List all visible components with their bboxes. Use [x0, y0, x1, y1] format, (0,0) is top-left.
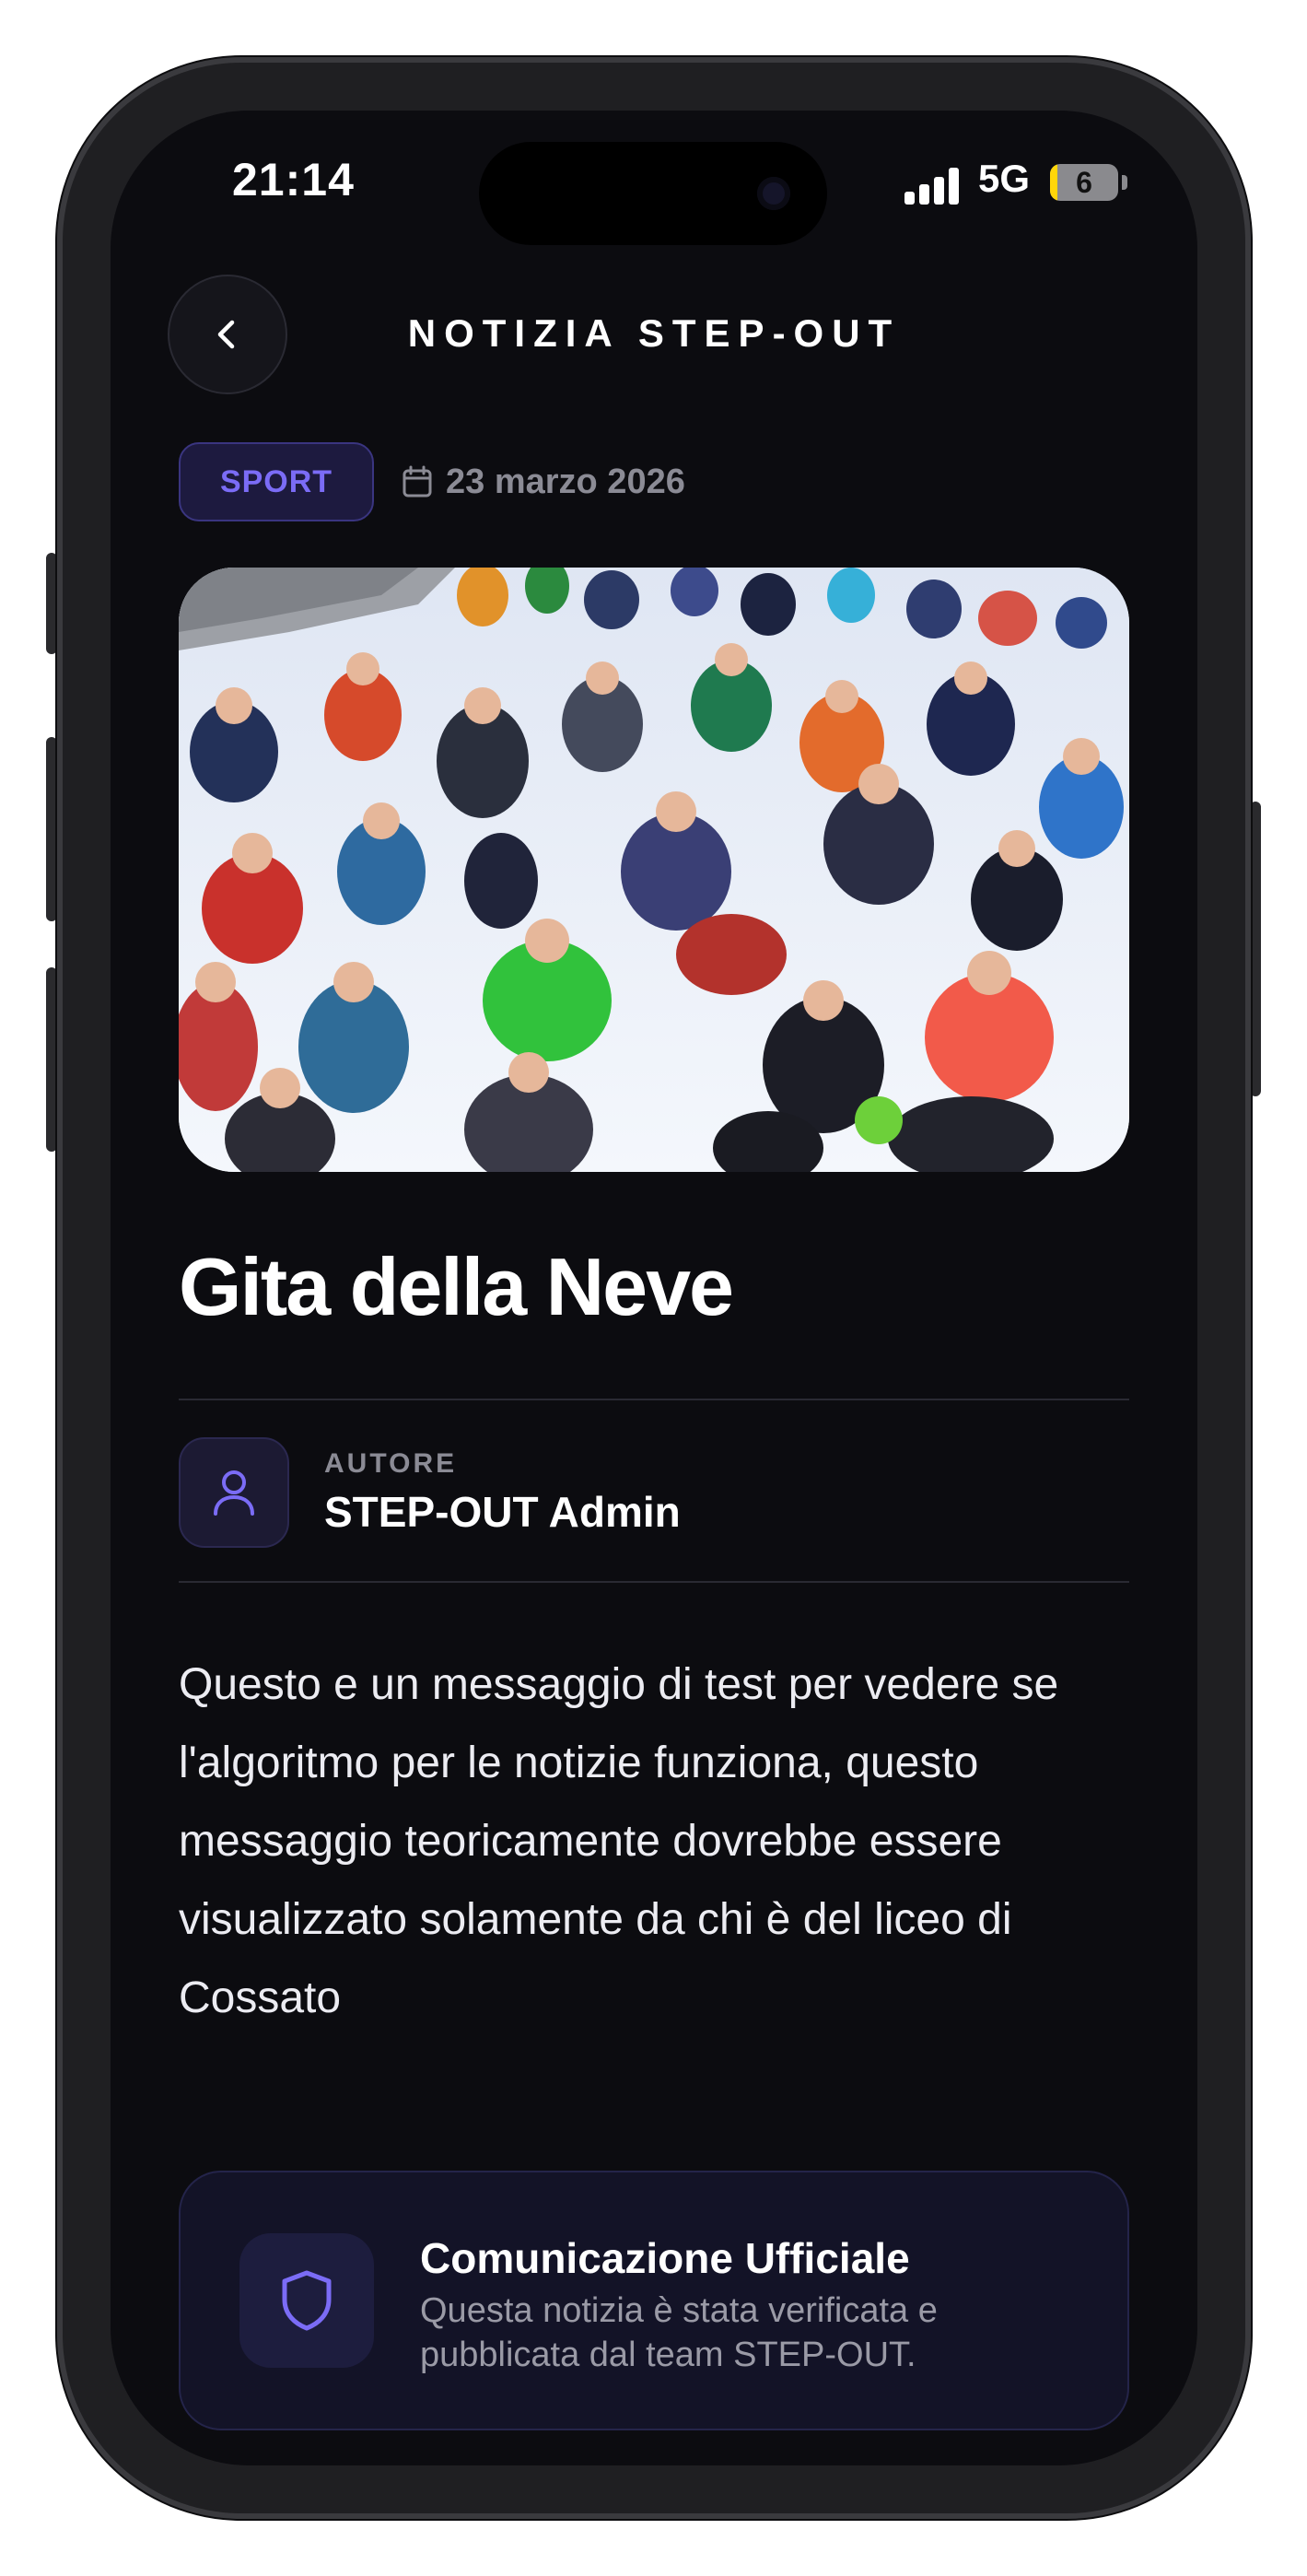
official-communication-card: Comunicazione Ufficiale Questa notizia è…	[179, 2171, 1129, 2430]
article-date: 23 marzo 2026	[402, 459, 685, 505]
battery-cap	[1122, 175, 1127, 190]
calendar-icon	[403, 465, 432, 498]
snow-group-photo	[179, 568, 1129, 1172]
article-title: Gita della Neve	[179, 1241, 734, 1332]
shield-icon	[282, 2270, 332, 2331]
dynamic-island	[479, 142, 827, 245]
article-hero-image	[179, 568, 1129, 1172]
date-text: 23 marzo 2026	[446, 462, 685, 501]
official-description: Questa notizia è stata verificata e pubb…	[420, 2291, 938, 2374]
volume-down-button	[46, 967, 57, 1152]
official-badge	[239, 2233, 374, 2368]
author-label: AUTORE	[324, 1448, 458, 1479]
app-screen: 21:14 5G 6 NOTIZIA STEP-OUT SPORT 23 mar…	[111, 111, 1197, 2465]
official-title: Comunicazione Ufficiale	[420, 2234, 910, 2282]
power-button	[1250, 802, 1261, 1096]
author-name: STEP-OUT Admin	[324, 1488, 681, 1536]
action-button	[46, 553, 57, 654]
user-icon	[214, 1470, 254, 1516]
status-time: 21:14	[232, 154, 355, 205]
article-body: Questo e un messaggio di test per vedere…	[179, 1660, 1059, 2022]
signal-icon	[904, 168, 962, 205]
network-type: 5G	[978, 157, 1031, 200]
battery-icon: 6	[1050, 164, 1118, 201]
battery-percent: 6	[1076, 166, 1092, 199]
category-badge[interactable]: SPORT	[179, 442, 374, 521]
author-avatar	[179, 1437, 289, 1548]
front-camera	[757, 177, 790, 210]
divider-bottom	[179, 1581, 1129, 1583]
page-title: NOTIZIA STEP-OUT	[407, 311, 901, 355]
volume-up-button	[46, 737, 57, 921]
divider-top	[179, 1399, 1129, 1400]
